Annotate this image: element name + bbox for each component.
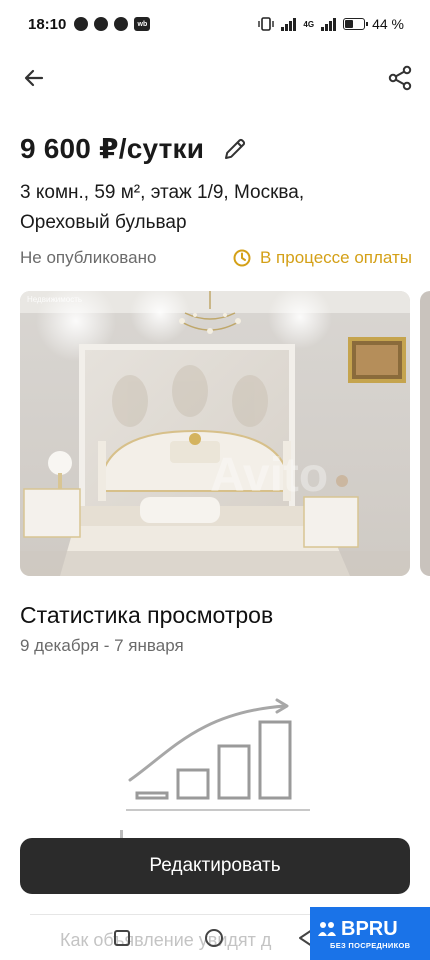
top-app-bar [0,56,430,100]
hint-partial-icon [120,830,123,838]
people-icon [318,922,336,936]
address-line-1: 3 комн., 59 м², этаж 1/9, Москва, [20,182,305,203]
photo-source-label: Недвижимость [27,295,83,304]
back-arrow-icon[interactable] [20,64,48,92]
signal-icon-2 [321,17,337,31]
listing-photo[interactable]: Avito Недвижимость [20,291,410,576]
listing-address: 3 комн., 59 м², этаж 1/9, Москва, Орехов… [20,178,412,238]
status-time: 18:10 [28,15,67,33]
status-unpublished: Не опубликовано [20,248,157,267]
bedroom-photo: Avito [20,291,410,576]
edit-listing-button[interactable]: Редактировать [20,838,410,894]
home-icon[interactable] [205,929,223,947]
stats-title: Статистика просмотров [20,602,274,628]
price-row: 9 600 ₽/сутки [20,132,248,165]
photo-watermark: Avito [210,449,328,502]
next-photo-preview[interactable] [420,291,430,576]
stats-growth-illustration [126,698,310,811]
recent-apps-icon[interactable] [114,930,130,946]
bpru-watermark: BPRU БЕЗ ПОСРЕДНИКОВ [310,907,430,960]
stats-date-range: 9 декабря - 7 января [20,636,184,655]
watermark-brand: BPRU [341,917,398,940]
listing-status-row: Не опубликовано В процессе оплаты [20,248,412,268]
listing-price: 9 600 ₽/сутки [20,133,205,164]
battery-icon [343,18,369,30]
status-bar-right: 4G 44 % [258,16,404,32]
status-bar: 18:10 wb 4G 44 % [0,0,430,48]
status-bar-left: 18:10 wb [28,15,151,33]
watermark-tagline: БЕЗ ПОСРЕДНИКОВ [330,940,411,950]
message-icon [74,17,89,31]
status-payment: В процессе оплаты [232,248,412,268]
share-icon[interactable] [386,64,414,92]
whatsapp-business-icon [114,17,129,31]
address-line-2: Ореховый бульвар [20,212,187,233]
battery-level: 44 % [372,16,404,32]
clock-icon [233,249,251,267]
vibrate-icon [258,17,275,31]
whatsapp-icon [94,17,109,31]
wildberries-icon: wb [134,17,151,31]
network-type: 4G [303,19,315,29]
pencil-icon[interactable] [222,136,248,162]
status-payment-label: В процессе оплаты [259,248,412,267]
signal-icon [281,17,297,31]
